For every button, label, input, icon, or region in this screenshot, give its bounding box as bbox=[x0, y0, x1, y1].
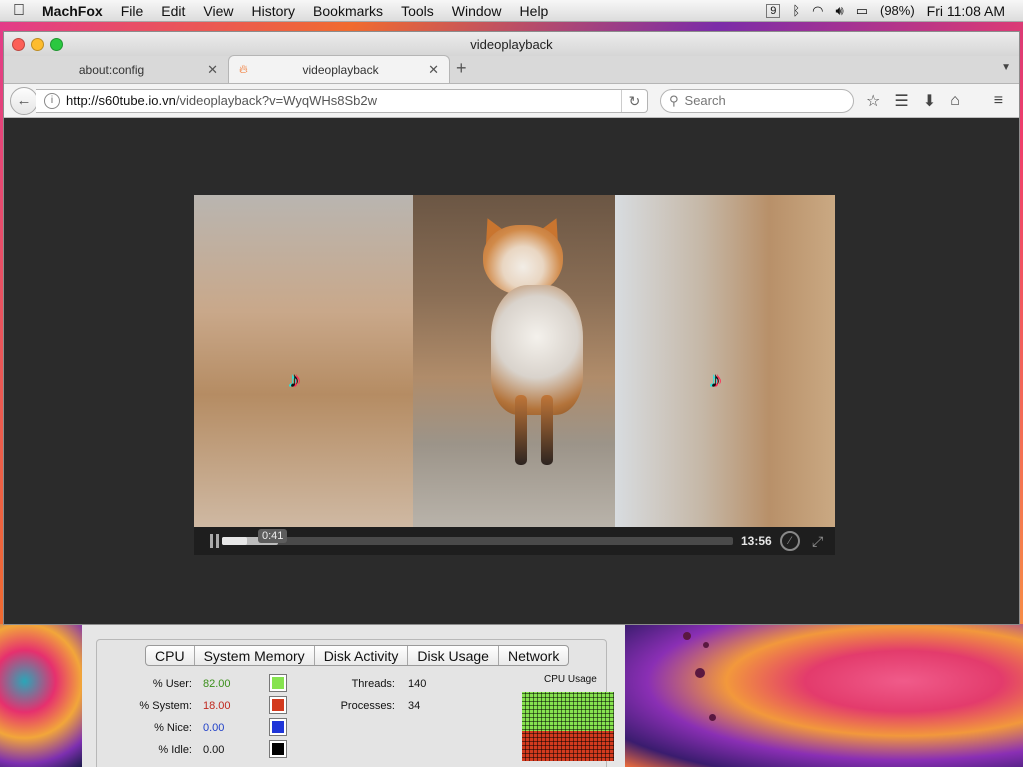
menu-help[interactable]: Help bbox=[511, 3, 558, 19]
arrow-left-icon: ← bbox=[16, 92, 32, 109]
reading-list-icon[interactable]: ☰ bbox=[894, 91, 908, 111]
monitor-tab-bar: CPU System Memory Disk Activity Disk Usa… bbox=[145, 645, 570, 666]
system-label: % System: bbox=[139, 700, 192, 712]
search-placeholder: Search bbox=[684, 93, 726, 108]
video-duration: 13:56 bbox=[741, 534, 772, 548]
system-value: 18.00 bbox=[203, 700, 231, 712]
close-tab-icon[interactable]: ✕ bbox=[207, 62, 218, 78]
user-color-swatch[interactable] bbox=[269, 674, 287, 692]
tab-disk-usage[interactable]: Disk Usage bbox=[407, 646, 498, 665]
video-controls: 0:41 13:56 ⁄ ⤢ bbox=[194, 527, 835, 555]
menu-tools[interactable]: Tools bbox=[392, 3, 443, 19]
video-player[interactable]: ♪ ♪ 0:41 13:56 ⁄ ⤢ bbox=[194, 195, 835, 555]
browser-window: videoplayback about:config ✕ 🔥︎ videopla… bbox=[3, 31, 1020, 625]
nice-value: 0.00 bbox=[203, 722, 225, 734]
tab-system-memory[interactable]: System Memory bbox=[193, 646, 314, 665]
processes-value: 34 bbox=[408, 700, 421, 712]
bookmark-star-icon[interactable]: ☆ bbox=[866, 91, 880, 111]
battery-percent: (98%) bbox=[879, 3, 915, 18]
page-content: ♪ ♪ 0:41 13:56 ⁄ ⤢ bbox=[4, 120, 1019, 624]
battery-icon[interactable]: ▭ bbox=[856, 3, 868, 19]
list-tabs-chevron-down-icon[interactable]: ▼ bbox=[1001, 62, 1011, 73]
played-bar bbox=[222, 537, 248, 545]
menu-clock[interactable]: Fri 11:08 AM bbox=[927, 3, 1005, 19]
window-title: videoplayback bbox=[470, 36, 553, 52]
menu-edit[interactable]: Edit bbox=[152, 3, 194, 19]
threads-value: 140 bbox=[408, 678, 427, 690]
cpu-usage-title: CPU Usage bbox=[544, 674, 597, 685]
seek-tooltip: 0:41 bbox=[258, 529, 288, 543]
flame-favicon-icon: 🔥︎ bbox=[239, 62, 248, 76]
cpu-usage-graph bbox=[522, 692, 614, 761]
idle-value: 0.00 bbox=[203, 744, 225, 756]
search-icon: ⚲ bbox=[669, 92, 679, 108]
downloads-icon[interactable]: ⬇ bbox=[923, 91, 936, 111]
video-frame-left-blur: ♪ bbox=[194, 195, 413, 527]
tab-videoplayback[interactable]: 🔥︎ videoplayback ✕ bbox=[228, 55, 450, 83]
tab-strip: about:config ✕ 🔥︎ videoplayback ✕ + ▼ bbox=[4, 55, 1019, 84]
url-path: /videoplayback?v=WyqWHs8Sb2w bbox=[175, 93, 377, 108]
reload-icon[interactable]: ↻ bbox=[621, 89, 647, 112]
menu-bookmarks[interactable]: Bookmarks bbox=[304, 3, 392, 19]
tab-label: videoplayback bbox=[302, 62, 379, 77]
url-text: http://s60tube.io.vn/videoplayback?v=Wyq… bbox=[66, 93, 621, 108]
nice-color-swatch[interactable] bbox=[269, 718, 287, 736]
input-source-icon[interactable]: 9 bbox=[766, 3, 781, 18]
url-bar[interactable]: i http://s60tube.io.vn/videoplayback?v=W… bbox=[36, 88, 648, 113]
tiktok-logo-icon: ♪ bbox=[710, 367, 721, 392]
menu-bar:  MachFox File Edit View History Bookmar… bbox=[0, 0, 1023, 22]
back-button[interactable]: ← bbox=[10, 86, 38, 115]
menu-view[interactable]: View bbox=[194, 3, 242, 19]
info-icon[interactable]: i bbox=[44, 92, 60, 109]
hamburger-menu-icon[interactable]: ≡ bbox=[994, 92, 1003, 110]
navigation-toolbar: ← i http://s60tube.io.vn/videoplayback?v… bbox=[4, 84, 1019, 118]
seek-bar[interactable]: 0:41 bbox=[222, 529, 733, 545]
idle-color-swatch[interactable] bbox=[269, 740, 287, 758]
tab-network[interactable]: Network bbox=[497, 646, 568, 665]
menu-history[interactable]: History bbox=[242, 3, 304, 19]
idle-label: % Idle: bbox=[158, 744, 192, 756]
user-label: % User: bbox=[152, 678, 192, 690]
menu-app-name[interactable]: MachFox bbox=[38, 3, 112, 19]
title-bar: videoplayback bbox=[4, 32, 1019, 56]
volume-icon[interactable]: 🔊︎ bbox=[835, 3, 843, 19]
processes-label: Processes: bbox=[340, 700, 395, 712]
desktop-wallpaper-right bbox=[625, 624, 1023, 767]
video-frame-right-blur: ♪ bbox=[615, 195, 835, 527]
system-color-swatch[interactable] bbox=[269, 696, 287, 714]
close-tab-icon[interactable]: ✕ bbox=[428, 62, 439, 78]
wifi-icon[interactable]: ◠ bbox=[812, 3, 823, 19]
tab-about-config[interactable]: about:config ✕ bbox=[6, 57, 228, 83]
menu-window[interactable]: Window bbox=[443, 3, 511, 19]
status-area: 9 ᛒ ◠ 🔊︎ ▭ (98%) Fri 11:08 AM bbox=[766, 3, 1023, 19]
desktop-wallpaper-left bbox=[0, 624, 82, 767]
menu-file[interactable]: File bbox=[112, 3, 153, 19]
home-icon[interactable]: ⌂ bbox=[950, 92, 960, 110]
video-frame-fox bbox=[413, 195, 615, 527]
tab-label: about:config bbox=[78, 63, 145, 77]
tab-disk-activity[interactable]: Disk Activity bbox=[313, 646, 408, 665]
fullscreen-icon[interactable]: ⤢ bbox=[812, 533, 823, 550]
activity-monitor-window: CPU System Memory Disk Activity Disk Usa… bbox=[82, 625, 625, 767]
url-host: http://s60tube.io.vn bbox=[66, 93, 176, 108]
user-value: 82.00 bbox=[203, 678, 231, 690]
threads-label: Threads: bbox=[351, 678, 395, 690]
tiktok-logo-icon: ♪ bbox=[289, 367, 300, 392]
mute-icon[interactable]: ⁄ bbox=[780, 531, 800, 551]
bluetooth-icon[interactable]: ᛒ bbox=[792, 3, 800, 18]
apple-menu-icon[interactable]:  bbox=[0, 2, 38, 20]
new-tab-button[interactable]: + bbox=[456, 58, 467, 83]
cpu-panel: CPU System Memory Disk Activity Disk Usa… bbox=[96, 639, 614, 767]
tab-cpu[interactable]: CPU bbox=[146, 646, 194, 665]
search-input[interactable]: ⚲ Search bbox=[660, 88, 854, 113]
nice-label: % Nice: bbox=[154, 722, 192, 734]
